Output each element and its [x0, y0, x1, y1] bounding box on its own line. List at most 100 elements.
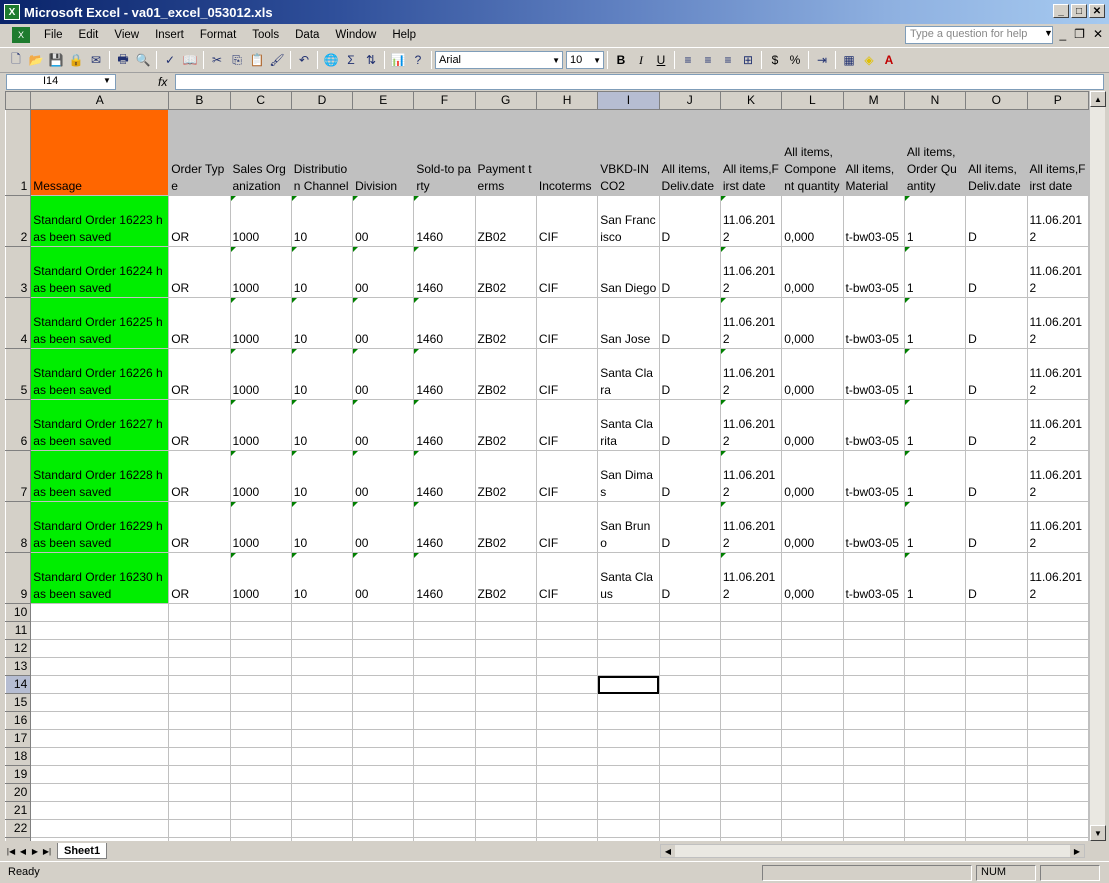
data-cell[interactable]: 1000 — [229, 297, 292, 349]
data-cell[interactable]: San Francisco — [597, 195, 660, 247]
header-cell[interactable]: All items,First date — [719, 109, 783, 196]
empty-cell[interactable] — [474, 711, 537, 730]
empty-cell[interactable] — [168, 675, 231, 694]
menu-format[interactable]: Format — [192, 29, 244, 41]
data-cell[interactable]: 11.06.2012 — [719, 246, 783, 298]
empty-cell[interactable] — [903, 783, 967, 802]
empty-cell[interactable] — [719, 657, 783, 676]
data-cell[interactable]: 1000 — [229, 399, 292, 451]
open-icon[interactable]: 📂 — [26, 50, 46, 70]
empty-cell[interactable] — [535, 603, 599, 622]
empty-cell[interactable] — [719, 783, 783, 802]
empty-cell[interactable] — [352, 747, 415, 766]
empty-cell[interactable] — [903, 729, 967, 748]
empty-cell[interactable] — [168, 837, 231, 841]
empty-cell[interactable] — [30, 675, 170, 694]
data-cell[interactable]: ZB02 — [474, 399, 537, 451]
empty-cell[interactable] — [290, 819, 354, 838]
empty-cell[interactable] — [781, 711, 844, 730]
empty-cell[interactable] — [168, 819, 231, 838]
data-cell[interactable]: D — [965, 450, 1028, 502]
sort-ascending-icon[interactable]: ⇅ — [361, 50, 381, 70]
scroll-right-icon[interactable]: ▶ — [1070, 845, 1084, 857]
empty-cell[interactable] — [597, 819, 660, 838]
empty-cell[interactable] — [413, 693, 476, 712]
data-cell[interactable]: OR — [168, 450, 231, 502]
data-cell[interactable]: CIF — [535, 552, 599, 604]
header-cell[interactable]: Distribution Channel — [290, 109, 354, 196]
row-header[interactable]: 17 — [5, 729, 32, 748]
data-cell[interactable]: 10 — [290, 399, 354, 451]
empty-cell[interactable] — [168, 783, 231, 802]
data-cell[interactable]: 00 — [352, 399, 415, 451]
empty-cell[interactable] — [719, 765, 783, 784]
autosum-icon[interactable]: Σ — [341, 50, 361, 70]
column-header-a[interactable]: A — [30, 91, 170, 110]
data-cell[interactable]: 11.06.2012 — [1026, 297, 1089, 349]
empty-cell[interactable] — [842, 819, 905, 838]
empty-cell[interactable] — [1026, 639, 1089, 658]
data-cell[interactable]: 1000 — [229, 501, 292, 553]
empty-cell[interactable] — [1026, 657, 1089, 676]
empty-cell[interactable] — [597, 657, 660, 676]
empty-cell[interactable] — [290, 675, 354, 694]
next-sheet-icon[interactable]: ▶ — [29, 847, 41, 856]
empty-cell[interactable] — [781, 693, 844, 712]
data-cell[interactable]: San Dimas — [597, 450, 660, 502]
empty-cell[interactable] — [719, 729, 783, 748]
chart-wizard-icon[interactable]: 📊 — [388, 50, 408, 70]
format-painter-icon[interactable]: 🖌 — [267, 50, 287, 70]
empty-cell[interactable] — [719, 747, 783, 766]
menu-file[interactable]: File — [36, 29, 71, 41]
empty-cell[interactable] — [965, 603, 1028, 622]
empty-cell[interactable] — [842, 729, 905, 748]
empty-cell[interactable] — [290, 765, 354, 784]
empty-cell[interactable] — [352, 729, 415, 748]
empty-cell[interactable] — [597, 621, 660, 640]
menu-window[interactable]: Window — [327, 29, 384, 41]
empty-cell[interactable] — [535, 783, 599, 802]
header-cell[interactable]: VBKD-INCO2 — [597, 109, 660, 196]
empty-cell[interactable] — [413, 801, 476, 820]
font-color-button[interactable]: A — [879, 50, 899, 70]
header-cell[interactable]: All items,Deliv.date — [965, 109, 1028, 196]
empty-cell[interactable] — [903, 711, 967, 730]
formula-input[interactable] — [175, 74, 1104, 90]
empty-cell[interactable] — [474, 801, 537, 820]
doc-restore-icon[interactable]: ❐ — [1074, 27, 1085, 41]
italic-button[interactable]: I — [631, 50, 651, 70]
empty-cell[interactable] — [658, 837, 721, 841]
data-cell[interactable]: 1000 — [229, 348, 292, 400]
empty-cell[interactable] — [658, 657, 721, 676]
empty-cell[interactable] — [474, 639, 537, 658]
empty-cell[interactable] — [535, 747, 599, 766]
empty-cell[interactable] — [30, 783, 170, 802]
print-icon[interactable]: 🖶 — [113, 50, 133, 70]
data-cell[interactable]: 00 — [352, 195, 415, 247]
empty-cell[interactable] — [474, 657, 537, 676]
column-header-e[interactable]: E — [352, 91, 415, 110]
data-cell[interactable]: 10 — [290, 195, 354, 247]
paste-icon[interactable]: 📋 — [247, 50, 267, 70]
data-cell[interactable]: CIF — [535, 297, 599, 349]
empty-cell[interactable] — [597, 747, 660, 766]
data-cell[interactable]: 1000 — [229, 195, 292, 247]
empty-cell[interactable] — [290, 747, 354, 766]
empty-cell[interactable] — [413, 657, 476, 676]
empty-cell[interactable] — [229, 711, 292, 730]
data-cell[interactable]: 10 — [290, 246, 354, 298]
data-cell[interactable]: 10 — [290, 297, 354, 349]
empty-cell[interactable] — [658, 639, 721, 658]
data-cell[interactable]: CIF — [535, 246, 599, 298]
empty-cell[interactable] — [535, 639, 599, 658]
data-cell[interactable]: 0,000 — [781, 246, 844, 298]
data-cell[interactable]: ZB02 — [474, 552, 537, 604]
data-cell[interactable]: 00 — [352, 297, 415, 349]
data-cell[interactable]: OR — [168, 501, 231, 553]
data-cell[interactable]: 11.06.2012 — [1026, 195, 1089, 247]
email-icon[interactable]: ✉ — [86, 50, 106, 70]
empty-cell[interactable] — [658, 693, 721, 712]
empty-cell[interactable] — [1026, 837, 1089, 841]
empty-cell[interactable] — [413, 621, 476, 640]
message-cell[interactable]: Standard Order 16223 has been saved — [30, 195, 170, 247]
